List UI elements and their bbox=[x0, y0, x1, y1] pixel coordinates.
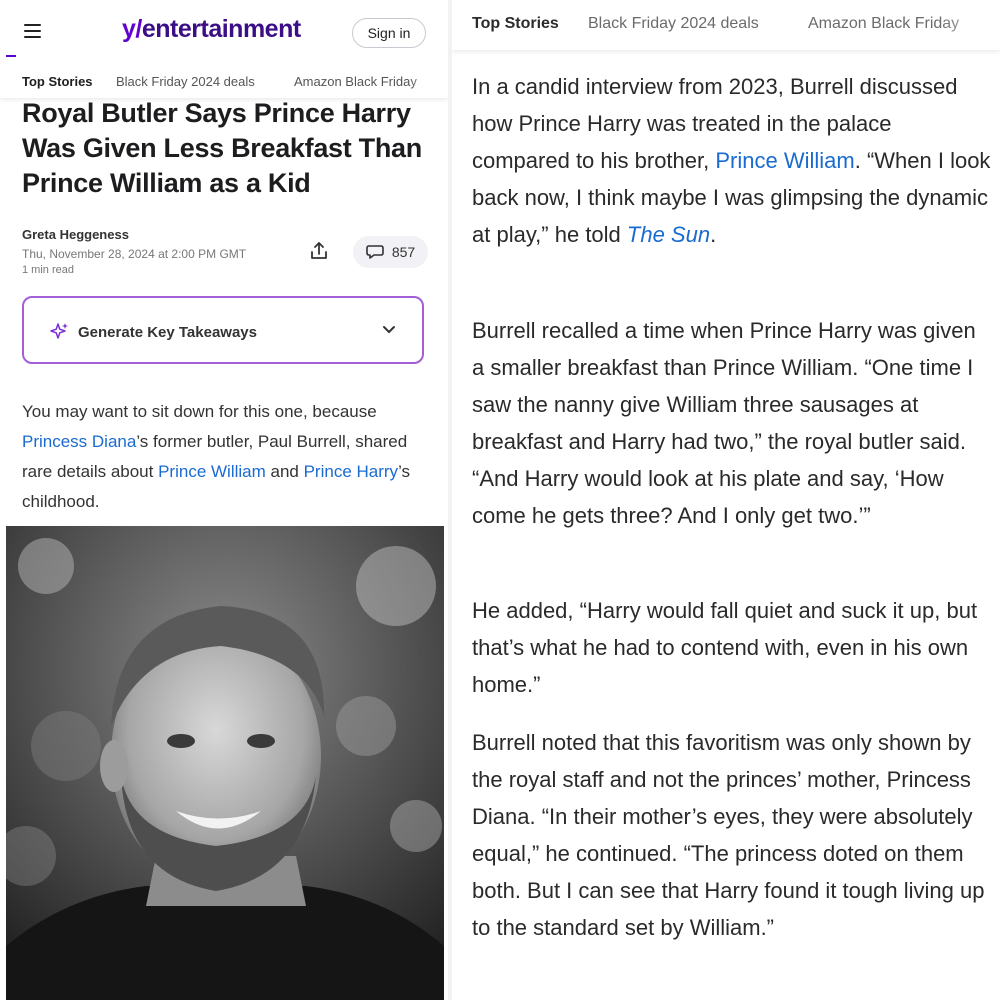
article-author[interactable]: Greta Heggeness bbox=[22, 227, 129, 242]
link-prince-william[interactable]: Prince William bbox=[715, 148, 854, 173]
takeaways-label: Generate Key Takeaways bbox=[78, 324, 257, 341]
article-intro: You may want to sit down for this one, b… bbox=[22, 402, 411, 511]
tab-top-stories[interactable]: Top Stories bbox=[472, 15, 559, 33]
tab-top-stories[interactable]: Top Stories bbox=[22, 74, 93, 89]
sparkle-icon bbox=[50, 323, 68, 339]
header-accent bbox=[6, 55, 16, 57]
article-paragraph-3: He added, “Harry would fall quiet and su… bbox=[472, 598, 978, 697]
read-time: 1 min read bbox=[22, 264, 74, 276]
article-paragraph-1: In a candid interview from 2023, Burrell… bbox=[472, 74, 991, 247]
tabs-fade bbox=[940, 0, 1000, 50]
link-the-sun[interactable]: The Sun bbox=[627, 222, 710, 247]
link-prince-harry[interactable]: Prince Harry bbox=[304, 462, 398, 481]
site-header: y/entertainment Sign in bbox=[0, 0, 448, 60]
site-logo[interactable]: y/entertainment bbox=[122, 15, 301, 44]
tab-amazon-black-friday[interactable]: Amazon Black Friday bbox=[294, 74, 417, 89]
link-prince-william[interactable]: Prince William bbox=[158, 462, 266, 481]
comment-icon bbox=[366, 245, 384, 259]
article-photo bbox=[6, 526, 444, 1000]
article-paragraph-4: Burrell noted that this favoritism was o… bbox=[472, 730, 985, 940]
article-headline: Royal Butler Says Prince Harry Was Given… bbox=[22, 98, 422, 198]
tab-black-friday-deals[interactable]: Black Friday 2024 deals bbox=[588, 15, 759, 33]
comments-button[interactable]: 857 bbox=[353, 236, 428, 268]
left-screenshot: y/entertainment Sign in Top Stories Blac… bbox=[0, 0, 448, 1000]
right-screenshot: Top Stories Black Friday 2024 deals Amaz… bbox=[452, 0, 1000, 1000]
comment-count: 857 bbox=[391, 244, 416, 260]
nav-tabs: Top Stories Black Friday 2024 deals Amaz… bbox=[0, 64, 448, 98]
link-princess-diana[interactable]: Princess Diana bbox=[22, 432, 136, 451]
generate-key-takeaways-button[interactable]: Generate Key Takeaways bbox=[22, 296, 424, 364]
tab-amazon-black-friday[interactable]: Amazon Black Friday bbox=[808, 15, 959, 33]
article-paragraph-2: Burrell recalled a time when Prince Harr… bbox=[472, 318, 976, 528]
chevron-down-icon bbox=[383, 326, 395, 333]
sign-in-button[interactable]: Sign in bbox=[352, 18, 426, 48]
tab-black-friday-deals[interactable]: Black Friday 2024 deals bbox=[116, 74, 255, 89]
share-icon[interactable] bbox=[308, 240, 330, 262]
tabs-fade bbox=[408, 64, 448, 98]
nav-tabs-right: Top Stories Black Friday 2024 deals Amaz… bbox=[452, 0, 1000, 50]
article-date: Thu, November 28, 2024 at 2:00 PM GMT bbox=[22, 247, 247, 261]
menu-icon[interactable] bbox=[24, 24, 41, 38]
